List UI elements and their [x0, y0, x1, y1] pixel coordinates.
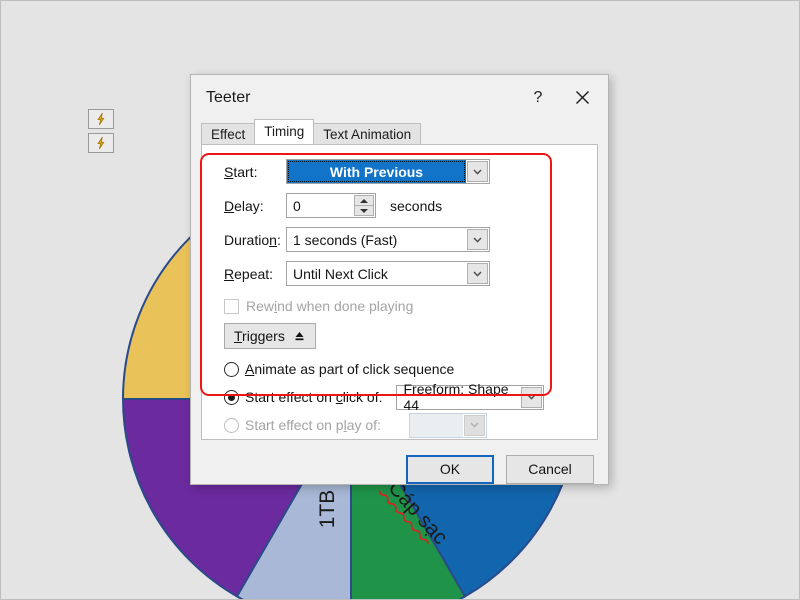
dialog-footer: OK Cancel	[191, 440, 608, 498]
arrow-up-bar-icon	[293, 330, 306, 343]
chevron-down-icon	[473, 237, 482, 243]
click-of-dropdown-arrow[interactable]	[521, 387, 542, 408]
animate-click-sequence-radio[interactable]	[224, 362, 239, 377]
click-of-shape-combo[interactable]: Freeform: Shape 44	[396, 385, 544, 410]
triggers-button-label: Triggers	[234, 328, 285, 344]
start-effect-on-click-label: Start effect on click of:	[245, 389, 382, 405]
repeat-label: Repeat:	[224, 266, 286, 282]
tab-text-animation[interactable]: Text Animation	[313, 123, 421, 144]
animation-marker-2[interactable]	[88, 133, 114, 153]
rewind-checkbox-row: Rewind when done playing	[202, 293, 597, 319]
play-of-dropdown-arrow[interactable]	[464, 415, 485, 436]
start-effect-on-play-radio[interactable]	[224, 418, 239, 433]
help-icon[interactable]: ?	[516, 78, 560, 118]
rewind-label: Rewind when done playing	[246, 298, 413, 314]
repeat-row: Repeat: Until Next Click	[202, 259, 597, 288]
rewind-checkbox[interactable]	[224, 299, 239, 314]
duration-combo[interactable]: 1 seconds (Fast)	[286, 227, 490, 252]
chevron-down-icon	[527, 394, 536, 400]
repeat-dropdown-arrow[interactable]	[467, 263, 488, 284]
start-combo[interactable]: With Previous	[286, 159, 490, 184]
cancel-button[interactable]: Cancel	[506, 455, 594, 484]
play-of-combo[interactable]	[409, 413, 487, 438]
animate-click-sequence-row[interactable]: Animate as part of click sequence	[202, 355, 597, 383]
start-effect-on-play-label: Start effect on play of:	[245, 417, 381, 433]
start-value: With Previous	[287, 160, 466, 183]
chevron-down-icon	[473, 271, 482, 277]
triggers-row: Triggers	[202, 323, 597, 349]
delay-stepper[interactable]: 0	[286, 193, 376, 218]
delay-value[interactable]: 0	[287, 194, 353, 217]
start-label: Start:	[224, 164, 286, 180]
start-effect-on-click-radio[interactable]	[224, 390, 239, 405]
tab-effect[interactable]: Effect	[201, 123, 255, 144]
duration-label: Duration:	[224, 232, 286, 248]
start-effect-on-click-row[interactable]: Start effect on click of: Freeform: Shap…	[202, 383, 597, 411]
delay-units-label: seconds	[390, 198, 442, 214]
delay-label: Delay:	[224, 198, 286, 214]
animate-click-sequence-label: Animate as part of click sequence	[245, 361, 454, 377]
dialog-titlebar: Teeter ?	[191, 75, 608, 120]
delay-increment-button[interactable]	[354, 195, 374, 206]
start-dropdown-arrow[interactable]	[467, 161, 488, 182]
chevron-down-icon	[470, 422, 479, 428]
triggers-expand-icon	[293, 330, 306, 343]
duration-row: Duration: 1 seconds (Fast)	[202, 225, 597, 254]
start-row: Start: With Previous	[202, 157, 597, 186]
animation-marker-1[interactable]	[88, 109, 114, 129]
play-of-value	[410, 414, 463, 437]
tab-timing[interactable]: Timing	[254, 119, 314, 144]
lightning-bolt-icon	[94, 112, 108, 126]
start-effect-on-play-row: Start effect on play of:	[202, 411, 597, 439]
close-icon[interactable]	[560, 78, 604, 118]
duration-dropdown-arrow[interactable]	[467, 229, 488, 250]
delay-spin-buttons	[354, 195, 374, 216]
repeat-value: Until Next Click	[287, 262, 466, 285]
dialog-title: Teeter	[206, 89, 516, 107]
triggers-button[interactable]: Triggers	[224, 323, 316, 349]
timing-tab-panel: Start: With Previous Delay: 0	[201, 144, 598, 440]
ok-button[interactable]: OK	[406, 455, 494, 484]
delay-decrement-button[interactable]	[354, 206, 374, 216]
triangle-down-icon	[360, 209, 368, 213]
chevron-down-icon	[473, 169, 482, 175]
close-glyph	[574, 89, 591, 106]
click-of-shape-value: Freeform: Shape 44	[397, 386, 520, 409]
delay-row: Delay: 0 seconds	[202, 191, 597, 220]
repeat-combo[interactable]: Until Next Click	[286, 261, 490, 286]
teeter-dialog: Teeter ? Effect Timing Text Animation St…	[190, 74, 609, 485]
lightning-bolt-icon	[94, 136, 108, 150]
slide-canvas: 1TB Cáp sạc Teeter ? Effect Timing Text …	[0, 0, 800, 600]
dialog-tabs: Effect Timing Text Animation	[201, 120, 608, 144]
duration-value: 1 seconds (Fast)	[287, 228, 466, 251]
triangle-up-icon	[360, 199, 368, 203]
